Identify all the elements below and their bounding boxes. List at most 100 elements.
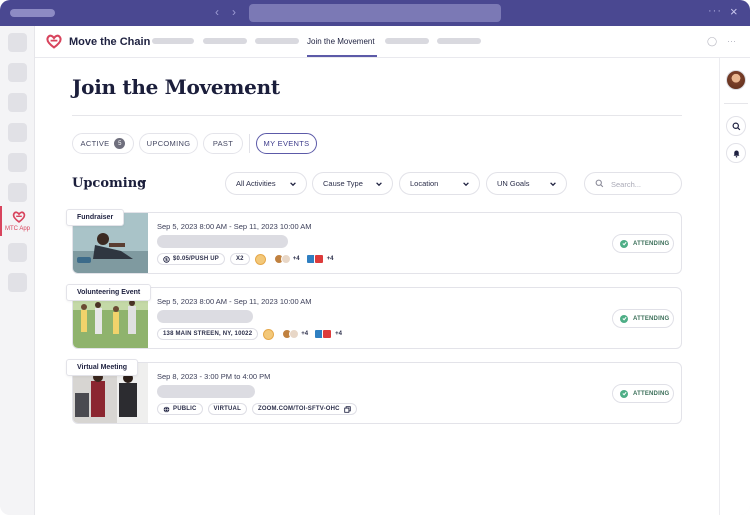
app-header: Move the Chain Join the Movement ◯ ··· <box>35 26 750 58</box>
visibility-badge: PUBLIC <box>157 403 203 415</box>
event-card[interactable]: Volunteering Event Sep 5, 2023 8:00 AM -… <box>66 284 682 349</box>
meeting-link-badge[interactable]: ZOOM.COM/TOI-SFTV-OHC <box>251 403 357 415</box>
un-goals-stack[interactable]: +4 <box>314 329 342 339</box>
search-input[interactable]: Search... <box>584 172 682 195</box>
event-date: Sep 8, 2023 - 3:00 PM to 4:00 PM <box>157 372 271 381</box>
tab-my-events[interactable]: MY EVENTS <box>256 133 317 154</box>
chat-icon[interactable]: ◯ <box>707 36 717 47</box>
meeting-link-text: ZOOM.COM/TOI-SFTV-OHC <box>257 406 340 412</box>
multiplier-badge: X2 <box>229 253 250 265</box>
mode-badge: VIRTUAL <box>207 403 247 415</box>
search-button[interactable] <box>726 116 746 136</box>
attending-status-button[interactable]: ATTENDING <box>612 309 674 328</box>
nav-tab-placeholder[interactable] <box>152 38 194 44</box>
app-rail-item[interactable] <box>8 183 27 202</box>
app-rail-label: MTC App <box>5 226 31 232</box>
app-rail-item[interactable] <box>8 63 27 82</box>
chevron-down-icon <box>290 182 296 187</box>
participants-stack[interactable]: +4 <box>282 329 308 339</box>
attending-status-button[interactable]: ATTENDING <box>612 234 674 253</box>
event-card[interactable]: Virtual Meeting Sep 8, 2023 - 3:00 PM to… <box>66 359 682 424</box>
nav-tab-placeholder[interactable] <box>203 38 247 44</box>
avatar <box>280 254 291 264</box>
price-text: $0.05/PUSH UP <box>173 256 219 262</box>
avatar <box>289 329 300 339</box>
more-count: +4 <box>292 256 300 262</box>
address-bar[interactable] <box>249 4 501 22</box>
divider <box>72 115 682 116</box>
price-badge: $ $0.05/PUSH UP <box>157 253 225 265</box>
address-badge: 138 MAIN STREEN, NY, 10022 <box>157 328 259 340</box>
more-icon[interactable]: ··· <box>708 5 722 17</box>
app-rail-item[interactable] <box>8 123 27 142</box>
check-icon <box>620 239 628 248</box>
tab-upcoming[interactable]: UPCOMING <box>139 133 198 154</box>
tab-past[interactable]: PAST <box>203 133 243 154</box>
coin-icon <box>254 253 266 265</box>
chevron-left-icon[interactable]: ‹ <box>215 5 219 19</box>
nav-tab-placeholder[interactable] <box>385 38 429 44</box>
right-rail <box>719 58 750 515</box>
event-title-placeholder <box>157 235 288 248</box>
filter-label: All Activities <box>236 179 276 188</box>
nav-tab-placeholder[interactable] <box>255 38 299 44</box>
chevron-down-icon[interactable] <box>139 178 147 186</box>
tab-active[interactable]: ACTIVE 5 <box>72 133 134 154</box>
avatar[interactable] <box>726 70 746 90</box>
browser-tab-placeholder[interactable] <box>10 9 55 17</box>
app-rail-item[interactable] <box>8 153 27 172</box>
check-icon <box>620 314 628 323</box>
chevron-down-icon <box>463 182 469 187</box>
more-icon[interactable]: ··· <box>727 36 736 46</box>
chevron-down-icon <box>550 182 556 187</box>
event-details: PUBLIC VIRTUAL ZOOM.COM/TOI-SFTV-OHC <box>157 403 362 415</box>
event-title-placeholder <box>157 310 253 323</box>
section-title[interactable]: Upcoming <box>72 176 146 191</box>
nav-tab-indicator <box>307 55 377 57</box>
heart-chain-logo-icon[interactable] <box>45 33 63 50</box>
copy-icon[interactable] <box>343 405 351 413</box>
bell-icon <box>733 150 739 157</box>
divider <box>249 134 250 153</box>
attending-status-button[interactable]: ATTENDING <box>612 384 674 403</box>
un-goals-stack[interactable]: +4 <box>305 254 334 264</box>
count-badge: 5 <box>114 138 126 149</box>
visibility-text: PUBLIC <box>173 406 197 412</box>
tab-label: ACTIVE <box>80 139 110 148</box>
nav-tab-placeholder[interactable] <box>437 38 481 44</box>
close-icon[interactable]: × <box>730 4 738 19</box>
status-label: ATTENDING <box>633 315 670 322</box>
app-rail-item-mtc[interactable]: MTC App <box>0 206 35 236</box>
app-rail-item[interactable] <box>8 93 27 112</box>
chevron-right-icon[interactable]: › <box>232 5 236 19</box>
cause-type-filter[interactable]: Cause Type <box>312 172 393 195</box>
coin-icon <box>263 328 275 340</box>
search-icon <box>732 122 740 130</box>
app-title: Move the Chain <box>69 36 151 48</box>
app-rail-item[interactable] <box>8 243 27 262</box>
un-goals-filter[interactable]: UN Goals <box>486 172 567 195</box>
activities-filter[interactable]: All Activities <box>225 172 307 195</box>
nav-tab-join-the-movement[interactable]: Join the Movement <box>307 37 375 46</box>
notifications-button[interactable] <box>726 143 746 163</box>
more-count: +4 <box>326 256 334 262</box>
app-rail-item[interactable] <box>8 273 27 292</box>
status-label: ATTENDING <box>633 390 670 397</box>
app-window: ‹ › ··· × MTC App Move the Chain Join th… <box>0 0 750 515</box>
search-icon <box>595 179 604 188</box>
check-icon <box>620 389 628 398</box>
event-type-tag: Volunteering Event <box>66 284 152 301</box>
chevron-down-icon <box>376 182 382 187</box>
app-rail-item[interactable] <box>8 33 27 52</box>
event-type-tag: Fundraiser <box>66 209 125 226</box>
filter-label: Cause Type <box>323 179 363 188</box>
svg-text:$: $ <box>165 257 168 262</box>
un-goal-icon <box>313 254 324 264</box>
event-date: Sep 5, 2023 8:00 AM - Sep 11, 2023 10:00… <box>157 222 312 231</box>
page-title: Join the Movement <box>72 75 280 99</box>
event-card[interactable]: Fundraiser Sep 5, 2023 8:00 AM - Sep 11,… <box>66 209 682 274</box>
participants-stack[interactable]: +4 <box>273 254 300 264</box>
event-details: 138 MAIN STREEN, NY, 10022 +4 +4 <box>157 328 348 340</box>
location-filter[interactable]: Location <box>399 172 480 195</box>
tab-label: UPCOMING <box>146 139 191 148</box>
